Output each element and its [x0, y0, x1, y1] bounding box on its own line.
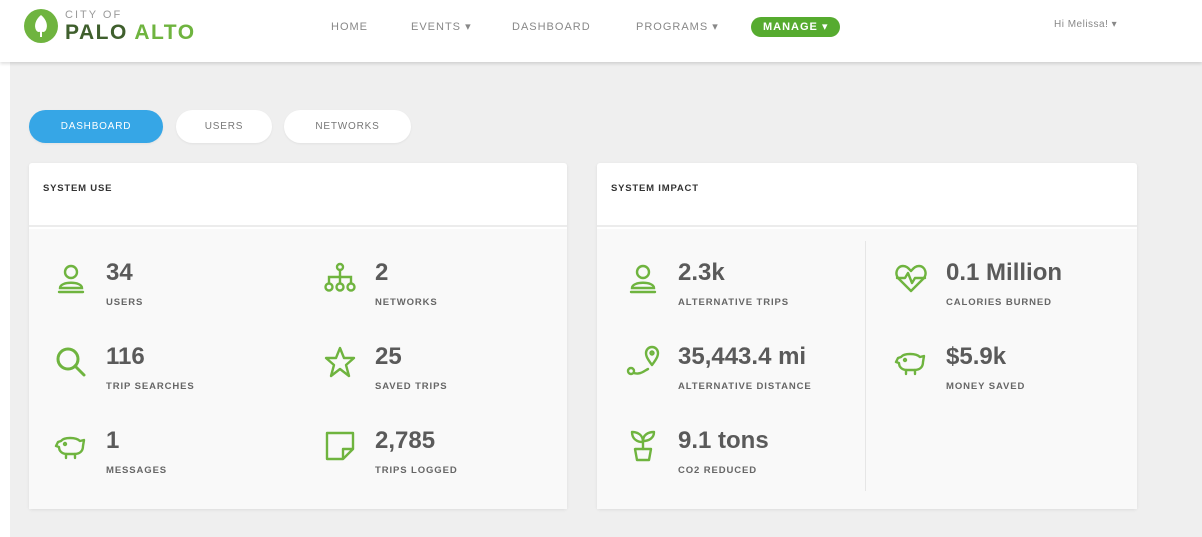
top-navbar: CITY OF PALO ALTO HOME EVENTS ▾ DASHBOAR… [0, 0, 1202, 62]
stat-networks-label: NETWORKS [375, 297, 438, 308]
stat-saved-trips-label: SAVED TRIPS [375, 381, 448, 392]
user-icon [57, 264, 85, 294]
logo-city-name: PALO ALTO [65, 20, 196, 44]
tab-networks[interactable]: NETWORKS [284, 110, 411, 143]
piggy-bank-icon [894, 352, 926, 376]
column-divider [865, 241, 866, 491]
city-logo[interactable]: CITY OF PALO ALTO [24, 9, 196, 43]
nav-events[interactable]: EVENTS ▾ [411, 17, 472, 37]
stat-messages-value: 1 [106, 427, 120, 454]
nav-home[interactable]: HOME [331, 17, 368, 37]
nav-manage[interactable]: MANAGE ▾ [751, 17, 841, 37]
network-icon [324, 262, 356, 292]
star-icon [324, 346, 356, 378]
stat-money-saved-value: $5.9k [946, 343, 1007, 370]
route-icon [626, 345, 660, 376]
stat-co2-reduced-value: 9.1 tons [678, 427, 769, 454]
plant-icon [630, 430, 656, 462]
logo-city-of: CITY OF [65, 8, 123, 21]
stat-users-value: 34 [106, 259, 133, 286]
stat-messages-label: MESSAGES [106, 465, 168, 476]
stat-money-saved-label: MONEY SAVED [946, 381, 1026, 392]
system-use-title: SYSTEM USE [29, 163, 567, 227]
tab-dashboard[interactable]: DASHBOARD [29, 110, 163, 143]
user-icon [629, 264, 657, 294]
stat-trip-searches-label: TRIP SEARCHES [106, 381, 195, 392]
system-use-stats: 34 USERS 2 NETWORKS 116 TRIP SEARCHES 25… [29, 229, 567, 509]
stat-alternative-trips-label: ALTERNATIVE TRIPS [678, 297, 790, 308]
user-menu[interactable]: Hi Melissa! ▾ [1054, 19, 1117, 30]
note-icon [325, 431, 355, 461]
stat-alternative-distance-label: ALTERNATIVE DISTANCE [678, 381, 812, 392]
stat-calories-burned-label: CALORIES BURNED [946, 297, 1052, 308]
stat-trips-logged-value: 2,785 [375, 427, 436, 454]
tab-users[interactable]: USERS [176, 110, 272, 143]
dashboard-main: DASHBOARD USERS NETWORKS SYSTEM USE 34 U… [10, 62, 1202, 537]
tree-logo-icon [24, 9, 58, 43]
stat-networks-value: 2 [375, 259, 389, 286]
system-use-card: SYSTEM USE 34 USERS 2 NETWORKS 116 TRIP … [29, 163, 567, 509]
nav-dashboard[interactable]: DASHBOARD [512, 17, 591, 37]
stat-trips-logged-label: TRIPS LOGGED [375, 465, 458, 476]
system-impact-stats: 2.3k ALTERNATIVE TRIPS 0.1 Million CALOR… [597, 229, 1137, 509]
piggy-bank-icon [54, 436, 86, 460]
stat-trip-searches-value: 116 [106, 343, 145, 370]
stat-calories-burned-value: 0.1 Million [946, 259, 1063, 286]
stat-users-label: USERS [106, 297, 144, 308]
stat-saved-trips-value: 25 [375, 343, 402, 370]
system-impact-card: SYSTEM IMPACT 2.3k ALTERNATIVE TRIPS 0.1… [597, 163, 1137, 509]
search-icon [56, 347, 86, 377]
stat-co2-reduced-label: CO2 REDUCED [678, 465, 758, 476]
system-impact-title: SYSTEM IMPACT [597, 163, 1137, 227]
heartbeat-icon [895, 264, 927, 293]
stat-alternative-trips-value: 2.3k [678, 259, 725, 286]
nav-programs[interactable]: PROGRAMS ▾ [636, 17, 719, 37]
stat-alternative-distance-value: 35,443.4 mi [678, 343, 807, 370]
